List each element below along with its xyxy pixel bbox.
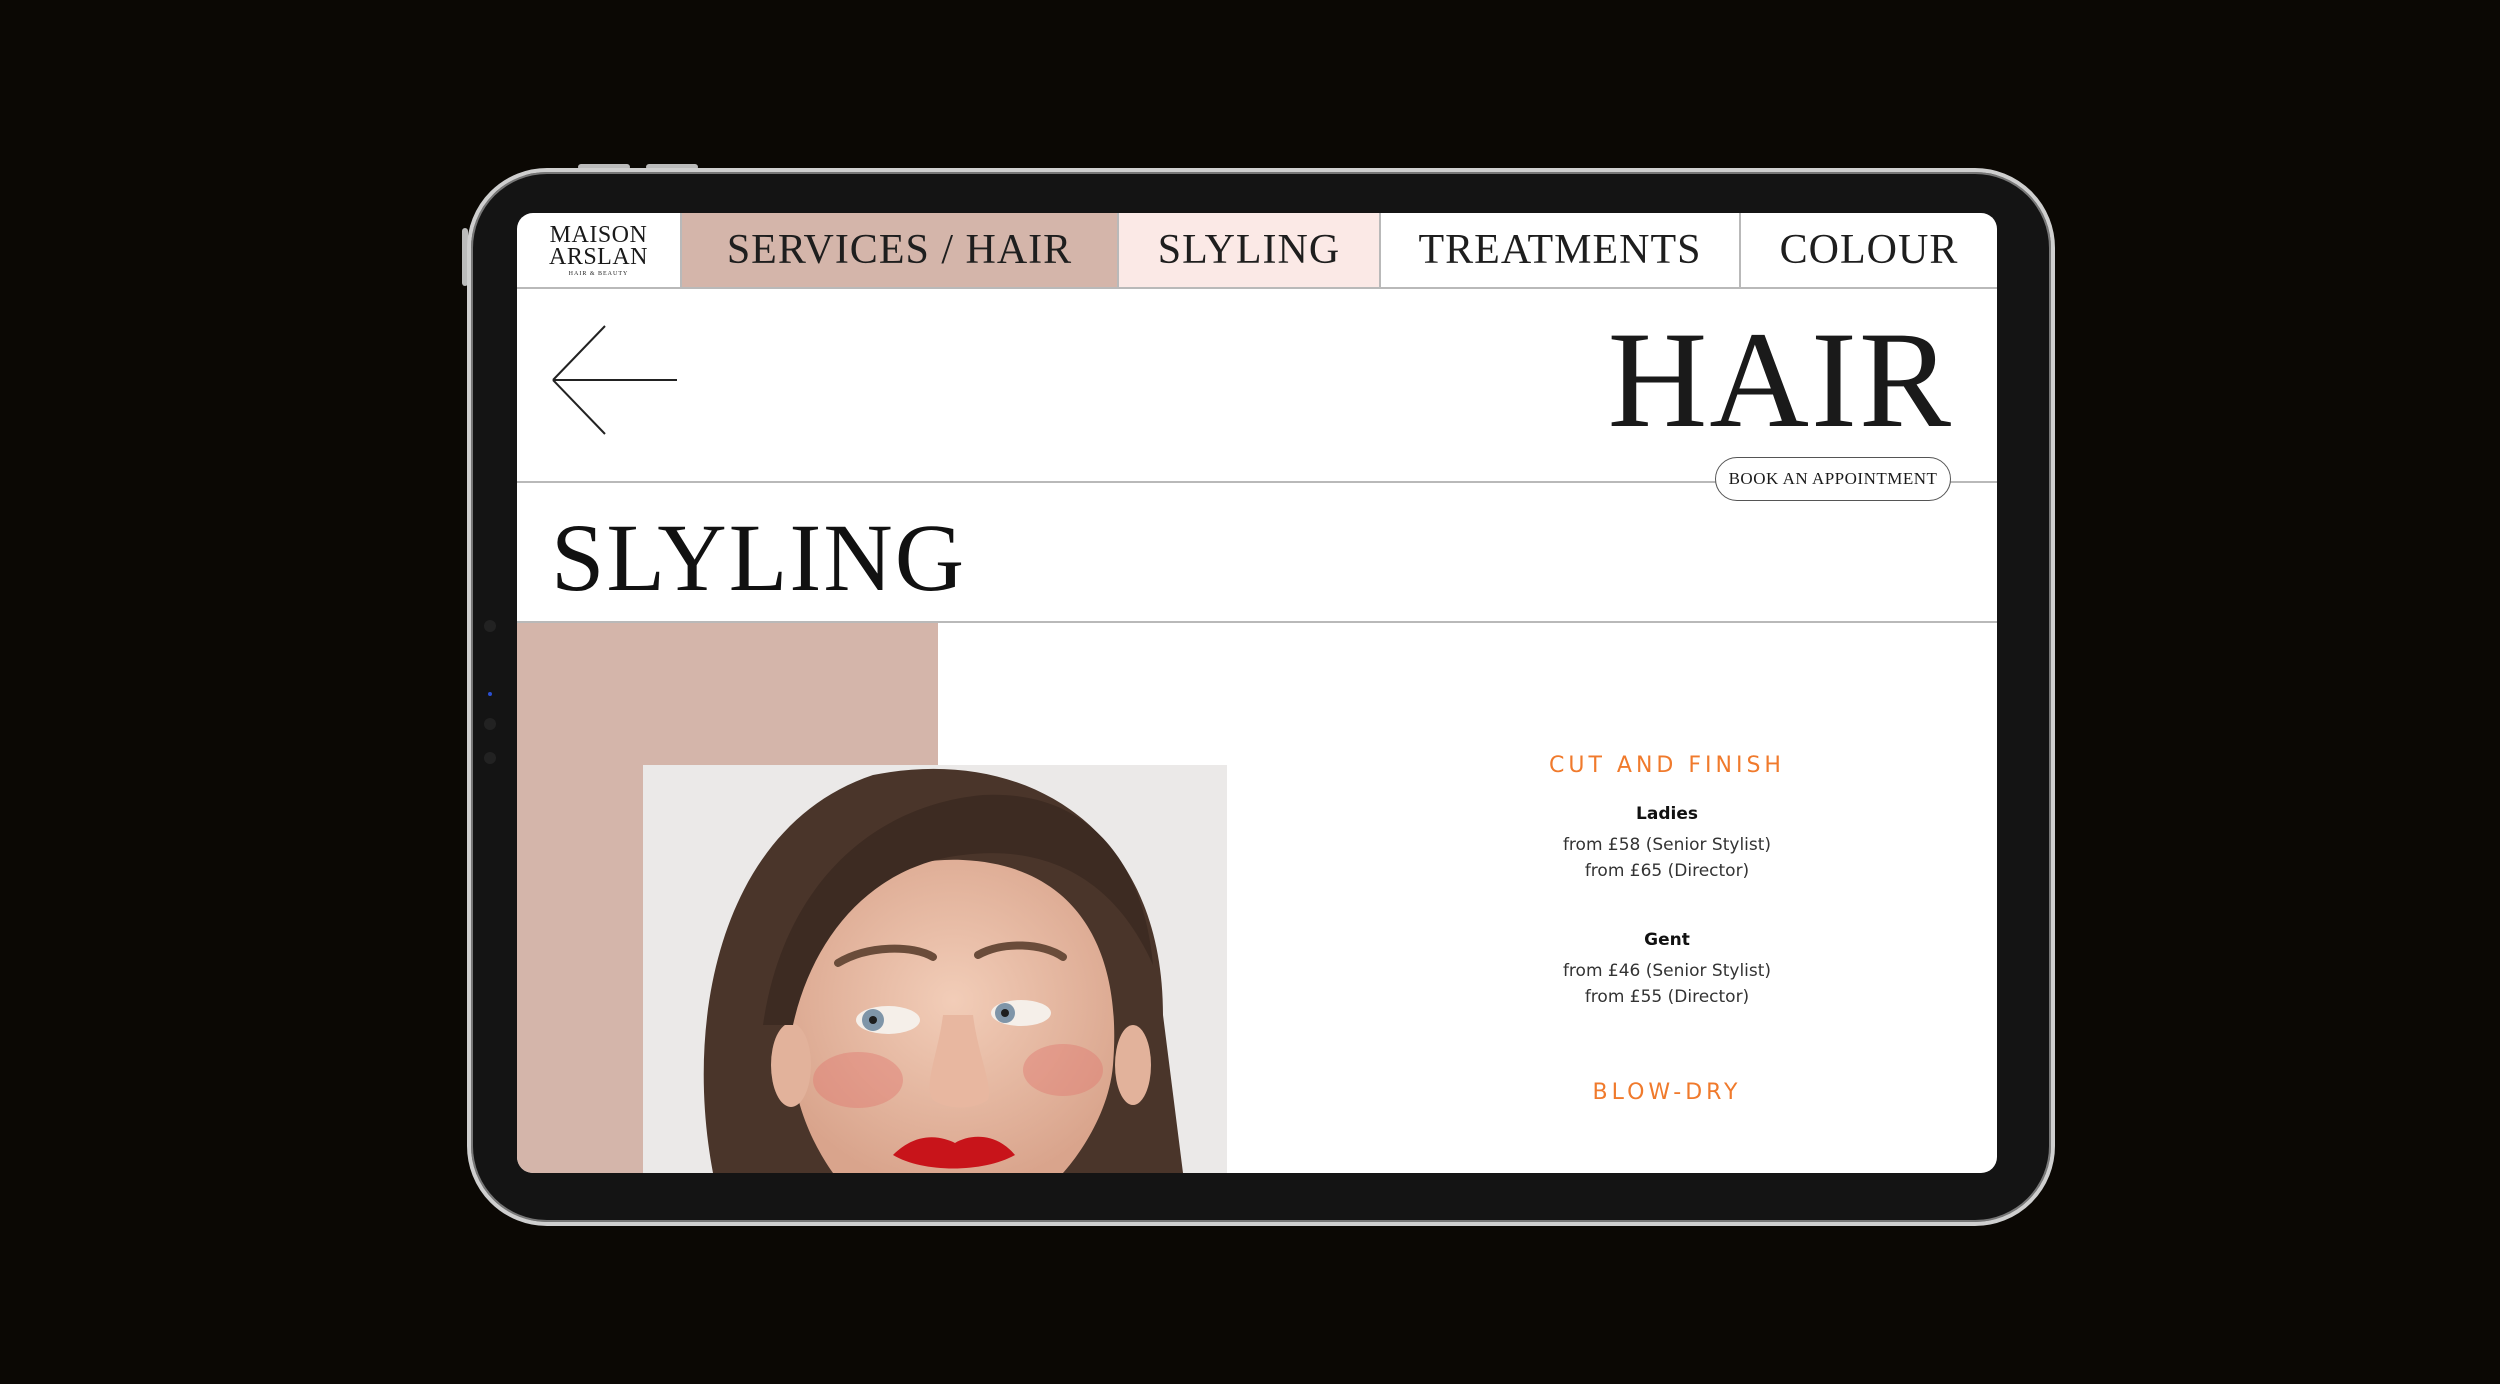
tab-colour[interactable]: COLOUR [1741, 213, 1997, 287]
logo[interactable]: MAISON ARSLAN HAIR & BEAUTY [517, 213, 682, 287]
tab-label: SLYLING [1157, 227, 1341, 273]
page-title: HAIR [1607, 303, 1953, 456]
category-heading: CUT AND FINISH [1549, 753, 1785, 778]
price-menu: CUT AND FINISH Ladies from £58 (Senior S… [1517, 753, 1817, 1105]
logo-tagline: HAIR & BEAUTY [568, 270, 629, 277]
camera-sensor [484, 718, 496, 730]
tab-services-hair[interactable]: SERVICES / HAIR [682, 213, 1119, 287]
tab-label: COLOUR [1779, 227, 1959, 273]
price-list: from £46 (Senior Stylist) from £55 (Dire… [1517, 958, 1817, 1010]
model-photo [643, 765, 1227, 1173]
price-list: from £58 (Senior Stylist) from £65 (Dire… [1517, 832, 1817, 884]
back-button[interactable] [549, 323, 679, 442]
book-appointment-button[interactable]: BOOK AN APPOINTMENT [1715, 457, 1951, 501]
arrow-left-icon [552, 325, 677, 435]
tab-label: SERVICES / HAIR [726, 227, 1073, 273]
service-name: Gent [1644, 930, 1690, 950]
tab-styling[interactable]: SLYLING [1119, 213, 1381, 287]
price-line: from £65 (Director) [1584, 861, 1750, 881]
logo-line-2: ARSLAN [548, 243, 648, 270]
camera-sensor [484, 752, 496, 764]
screen: MAISON ARSLAN HAIR & BEAUTY SERVICES / H… [517, 213, 1997, 1173]
price-line: from £58 (Senior Stylist) [1562, 835, 1772, 855]
top-nav: MAISON ARSLAN HAIR & BEAUTY SERVICES / H… [517, 213, 1997, 289]
service-name: Ladies [1636, 804, 1698, 824]
category-heading: BLOW-DRY [1592, 1080, 1742, 1105]
camera-sensor [484, 620, 496, 632]
logo-line-1: MAISON [549, 221, 648, 248]
price-line: from £55 (Director) [1584, 987, 1750, 1007]
price-line: from £46 (Senior Stylist) [1562, 961, 1772, 981]
section-title: SLYLING [551, 504, 967, 611]
tab-label: TREATMENTS [1418, 227, 1702, 273]
camera-led [488, 692, 492, 696]
tab-treatments[interactable]: TREATMENTS [1381, 213, 1741, 287]
